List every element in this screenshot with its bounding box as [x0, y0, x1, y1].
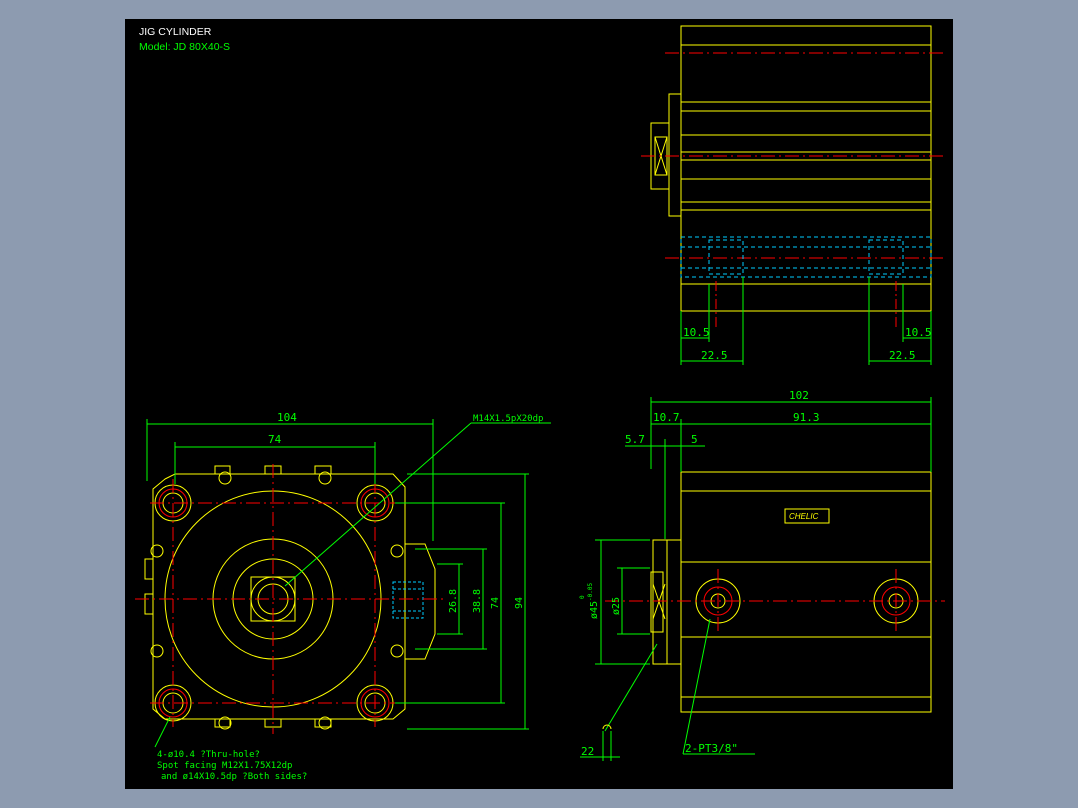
dim-port-large: 38.8 [472, 589, 483, 613]
dim-right-large: 22.5 [889, 349, 916, 362]
dim-overall-width: 104 [277, 411, 297, 424]
dim-overall-height: 94 [514, 597, 525, 609]
dim-head-length: 10.7 [653, 411, 680, 424]
dim-bore-dia: ø45 [589, 601, 600, 619]
dim-left-large: 22.5 [701, 349, 728, 362]
side-view-body [680, 471, 932, 713]
dim-rod-extend: 5.7 [625, 433, 645, 446]
side-view: CHELIC 102 10.7 91.3 5.7 5 ø45 0 -0.05 ø… [579, 389, 945, 761]
dim-left-small: 10.5 [683, 326, 710, 339]
note-line-3: and ø14X10.5dp ?Both sides? [161, 772, 307, 782]
dim-right-small: 10.5 [905, 326, 932, 339]
front-plate-outline [152, 473, 406, 720]
dim-bore-tol-upper: 0 [579, 595, 586, 599]
port-callout: 2-PT3/8" [685, 742, 738, 755]
brand-text: CHELIC [789, 512, 819, 521]
drawing-model: Model: JD 80X40-S [139, 41, 230, 53]
dim-height-pitch: 74 [490, 597, 501, 609]
drawing-title: JIG CYLINDER [139, 26, 212, 38]
note-line-2: Spot facing M12X1.75X12dp [157, 761, 292, 771]
dim-rod-dia: ø25 [611, 597, 622, 615]
front-view: 104 74 M14X1.5pX20dp 26.8 38.8 74 94 4-ø… [135, 411, 551, 782]
note-line-1: 4-ø10.4 ?Thru-hole? [157, 750, 260, 760]
drawing-canvas: JIG CYLINDER Model: JD 80X40-S 10.5 22.5… [125, 19, 953, 789]
cad-drawing: JIG CYLINDER Model: JD 80X40-S 10.5 22.5… [135, 25, 945, 782]
dim-bore-tol-lower: -0.05 [587, 583, 594, 601]
dim-overall-length: 102 [789, 389, 809, 402]
dim-body-length: 91.3 [793, 411, 820, 424]
dim-port-small: 26.8 [448, 589, 459, 613]
dim-hole-pitch: 74 [268, 433, 282, 446]
dim-rod-gap: 5 [691, 433, 698, 446]
dim-wrench-flat: 22 [581, 745, 594, 758]
top-view: 10.5 22.5 10.5 22.5 [641, 25, 945, 365]
thread-callout: M14X1.5pX20dp [473, 414, 543, 424]
